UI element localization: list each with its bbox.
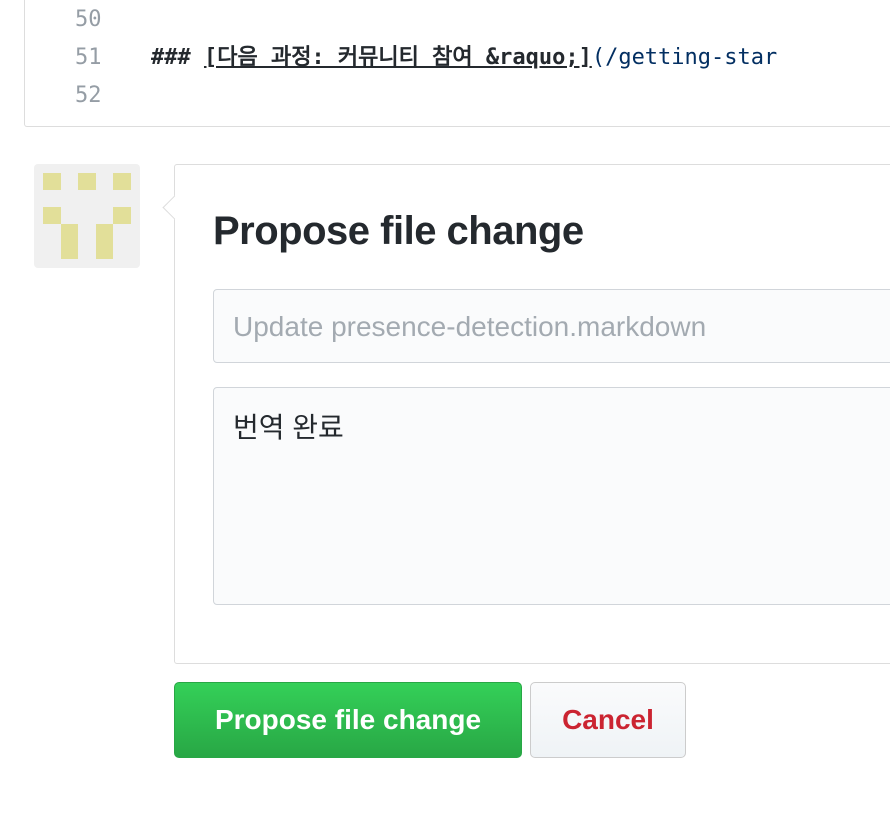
propose-file-change-button[interactable]: Propose file change bbox=[174, 682, 522, 758]
commit-title-input[interactable]: Update presence-detection.markdown bbox=[213, 289, 890, 363]
propose-change-panel: Propose file change Update presence-dete… bbox=[162, 164, 890, 664]
line-number: 51 bbox=[75, 45, 102, 70]
heading-marker: ### bbox=[151, 45, 204, 70]
link-text: [다음 과정: 커뮤니티 참여 &raquo;] bbox=[203, 45, 592, 70]
line-number: 50 bbox=[75, 7, 102, 32]
cancel-button[interactable]: Cancel bbox=[530, 682, 686, 758]
line-number: 52 bbox=[75, 83, 102, 108]
avatar bbox=[34, 164, 140, 268]
code-view: 50 51 ### [다음 과정: 커뮤니티 참여 &raquo;](/gett… bbox=[24, 0, 890, 127]
commit-description-textarea[interactable]: 번역 완료 bbox=[213, 387, 890, 605]
link-url: (/getting-star bbox=[591, 45, 778, 70]
panel-heading: Propose file change bbox=[213, 209, 584, 253]
